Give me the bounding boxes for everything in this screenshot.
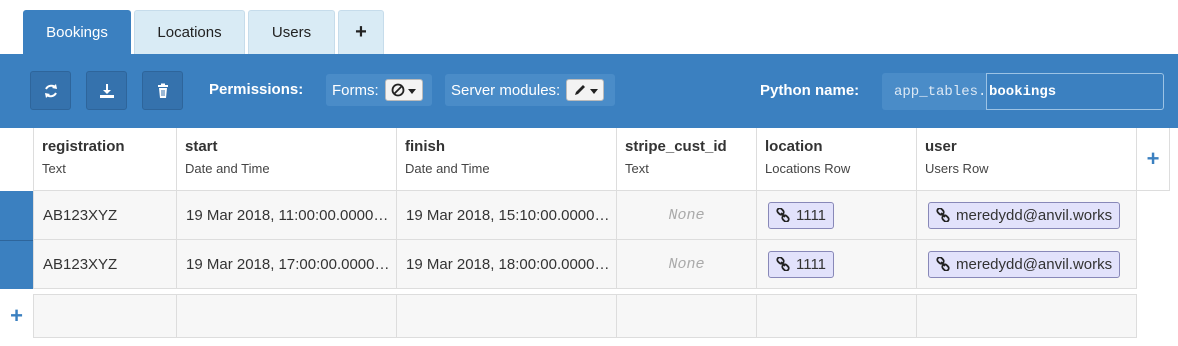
cell-text: 19 Mar 2018, 18:00:00.000000+0000 [406,255,616,273]
no-access-icon [391,83,405,97]
column-header-stripe-cust-id[interactable]: stripe_cust_id Text [617,128,757,191]
new-row-cell[interactable] [33,294,177,338]
column-type: Text [42,161,66,176]
add-column-button[interactable]: + [1137,128,1170,191]
link-chip[interactable]: meredydd@anvil.works [928,201,1121,229]
column-name: finish [405,138,445,155]
tab-bookings[interactable]: Bookings [23,10,131,54]
server-modules-permission-label: Server modules: [451,81,561,99]
column-type: Locations Row [765,161,851,176]
new-row-cell[interactable] [177,294,397,338]
add-table-button[interactable]: + [338,10,384,54]
link-chip-label: 1111 [796,206,827,224]
column-name: stripe_cust_id [625,138,727,155]
link-chip-label: meredydd@anvil.works [956,255,1113,273]
cell-text: 19 Mar 2018, 15:10:00.000000+0000 [406,206,616,224]
header-gutter [0,128,33,191]
column-header-registration[interactable]: registration Text [33,128,177,191]
new-row-cell[interactable] [757,294,917,338]
table-cell[interactable]: 19 Mar 2018, 18:00:00.000000+0000 [397,240,617,289]
link-chip[interactable]: meredydd@anvil.works [928,250,1121,278]
trash-icon [157,83,168,98]
column-type: Date and Time [405,161,490,176]
column-name: registration [42,138,125,155]
python-name-input[interactable] [986,73,1164,110]
permissions-label: Permissions: [209,81,304,98]
column-name: location [765,138,823,155]
cell-none-value: None [668,255,705,273]
new-row-cell[interactable] [397,294,617,338]
column-header-location[interactable]: location Locations Row [757,128,917,191]
table-cell[interactable]: 19 Mar 2018, 11:00:00.000000+0000 [177,191,397,240]
refresh-button[interactable] [30,71,71,110]
tab-users[interactable]: Users [248,10,335,54]
new-row-cell[interactable] [617,294,757,338]
column-type: Text [625,161,649,176]
row-handle[interactable] [0,240,33,289]
link-icon [936,257,950,271]
link-chip[interactable]: 1111 [768,201,835,229]
row-handle[interactable] [0,191,33,240]
table-cell[interactable]: 1111 [757,240,917,289]
column-name: start [185,138,218,155]
download-icon [99,83,114,98]
pencil-icon [574,85,585,95]
download-button[interactable] [86,71,127,110]
cell-none-value: None [668,206,705,224]
link-icon [776,208,790,222]
cell-text: 19 Mar 2018, 11:00:00.000000+0000 [186,206,396,224]
link-icon [936,208,950,222]
link-chip-label: 1111 [796,255,827,273]
column-type: Date and Time [185,161,270,176]
table-cell[interactable]: meredydd@anvil.works [917,191,1137,240]
refresh-icon [44,83,57,98]
column-header-finish[interactable]: finish Date and Time [397,128,617,191]
tab-locations[interactable]: Locations [134,10,245,54]
column-type: Users Row [925,161,989,176]
cell-text: 19 Mar 2018, 17:00:00.000000+0000 [186,255,396,273]
server-modules-permission-dropdown[interactable] [566,79,605,101]
delete-table-button[interactable] [142,71,183,110]
table-cell[interactable]: None [617,240,757,289]
forms-permission-dropdown[interactable] [384,79,423,101]
table-cell[interactable]: AB123XYZ [33,191,177,240]
cell-text: AB123XYZ [43,255,118,273]
column-header-user[interactable]: user Users Row [917,128,1137,191]
chevron-down-icon [589,88,598,94]
column-name: user [925,138,957,155]
python-name-prefix: app_tables. [882,73,988,110]
table-toolbar: Permissions: Forms: Server modules: Pyth… [0,54,1178,128]
cell-text: AB123XYZ [43,206,118,224]
new-row-cell[interactable] [917,294,1137,338]
table-tabs: Bookings Locations Users + [0,0,1178,54]
chevron-down-icon [408,88,417,94]
link-chip[interactable]: 1111 [768,250,835,278]
link-chip-label: meredydd@anvil.works [956,206,1113,224]
table-cell[interactable]: meredydd@anvil.works [917,240,1137,289]
table-cell[interactable]: 19 Mar 2018, 15:10:00.000000+0000 [397,191,617,240]
add-row-button[interactable]: + [0,294,33,338]
server-modules-permission: Server modules: [445,74,615,106]
forms-permission-label: Forms: [332,81,379,99]
table-cell[interactable]: None [617,191,757,240]
table-cell[interactable]: AB123XYZ [33,240,177,289]
forms-permission: Forms: [326,74,432,106]
column-header-start[interactable]: start Date and Time [177,128,397,191]
table-cell[interactable]: 19 Mar 2018, 17:00:00.000000+0000 [177,240,397,289]
table-cell[interactable]: 1111 [757,191,917,240]
link-icon [776,257,790,271]
python-name-label: Python name: [760,82,860,99]
